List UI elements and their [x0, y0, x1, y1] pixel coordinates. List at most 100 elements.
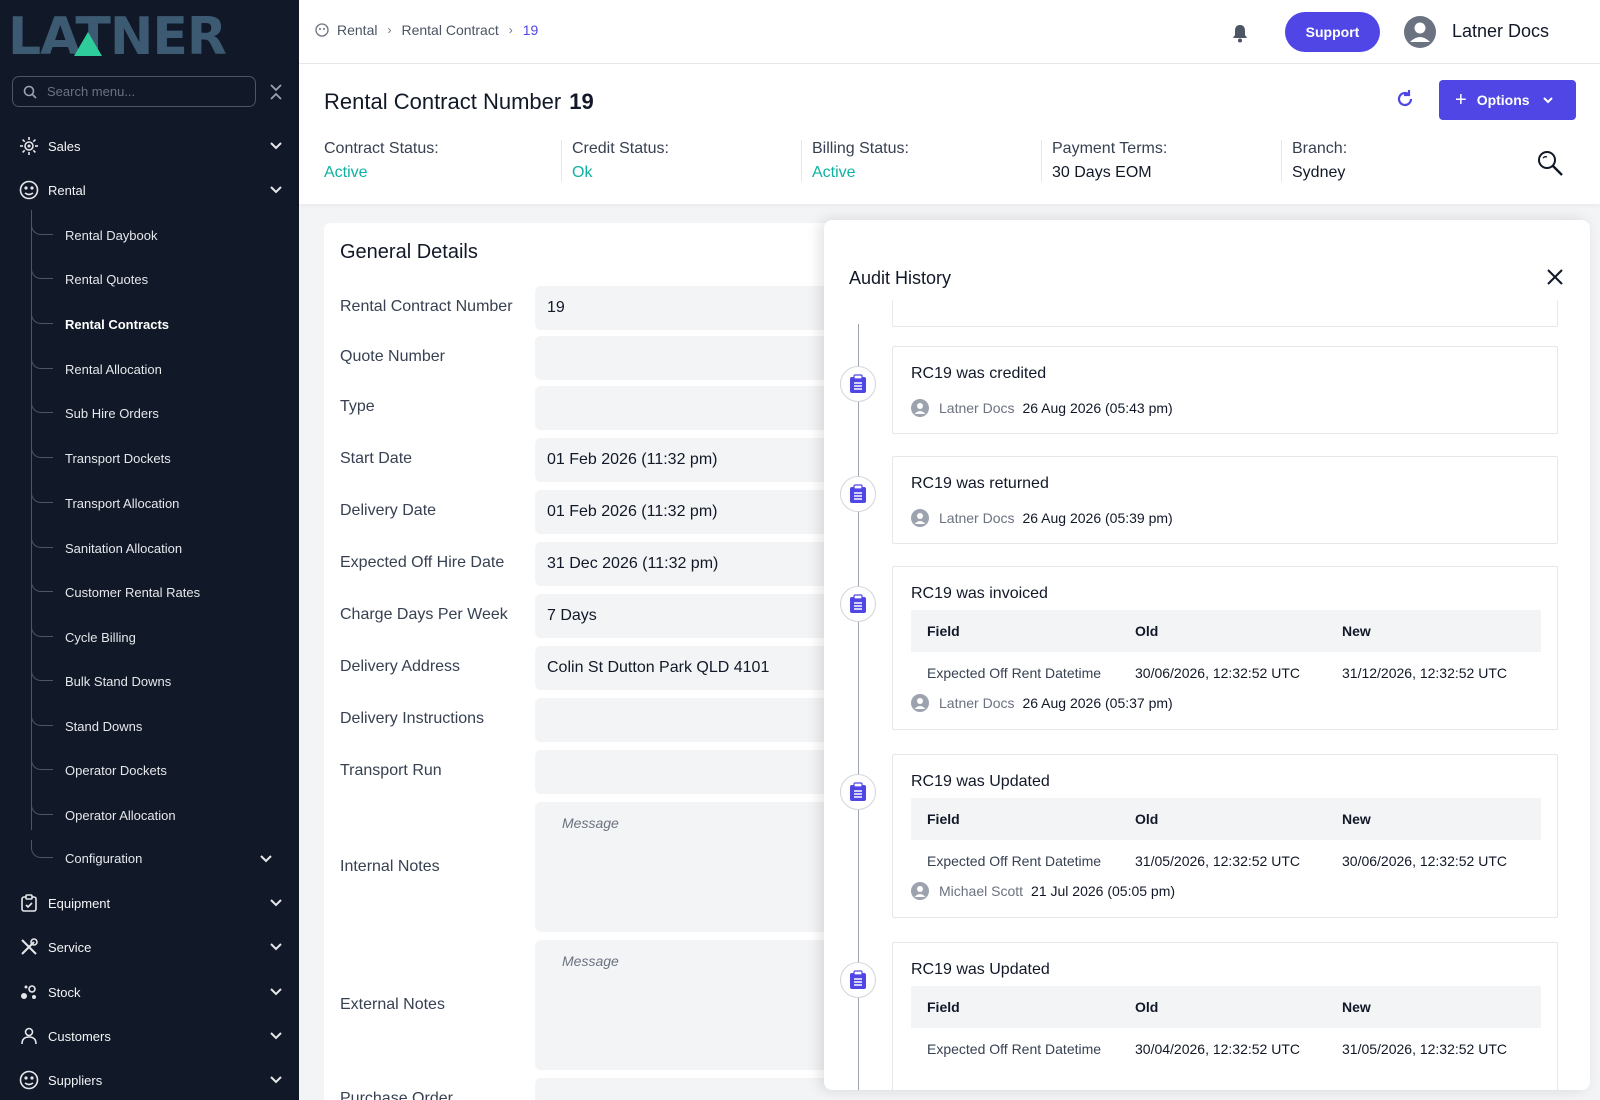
field-label: Purchase Order [340, 1090, 453, 1100]
refresh-icon[interactable] [1394, 88, 1416, 110]
chevron-down-icon [270, 899, 282, 907]
sidebar-subitem-sub-hire-orders[interactable]: Sub Hire Orders [31, 393, 291, 433]
col-old: Old [1135, 999, 1159, 1015]
user-icon [911, 882, 929, 900]
billing-status: Billing Status: Active [801, 140, 909, 182]
user-icon [911, 694, 929, 712]
field-label: Quote Number [340, 348, 445, 365]
audit-entry-meta: Michael Scott 21 Jul 2026 (05:05 pm) [911, 882, 1175, 900]
bell-icon[interactable] [1229, 22, 1251, 44]
branch: Branch: Sydney [1281, 140, 1347, 182]
field-label: Rental Contract Number [340, 298, 513, 315]
support-button[interactable]: Support [1285, 12, 1380, 52]
audit-entry-title: RC19 was credited [911, 365, 1047, 382]
sidebar-subitem-rental-allocation[interactable]: Rental Allocation [31, 349, 291, 389]
search-placeholder: Search menu... [47, 84, 136, 99]
sidebar-item-suppliers[interactable]: Suppliers [0, 1060, 299, 1100]
close-icon[interactable] [1546, 268, 1564, 286]
sidebar-subitem-stand-downs[interactable]: Stand Downs [31, 706, 291, 746]
svg-text:LATNER: LATNER [8, 7, 226, 62]
sidebar-subitem-transport-allocation[interactable]: Transport Allocation [31, 483, 291, 523]
sidebar-subitem-cycle-billing[interactable]: Cycle Billing [31, 617, 291, 657]
col-new: New [1342, 999, 1371, 1015]
sidebar-item-label: Customers [48, 1028, 111, 1044]
stat-value: Sydney [1292, 164, 1346, 181]
sidebar-item-equipment[interactable]: Equipment [0, 883, 299, 923]
sidebar-subitem-rental-contracts[interactable]: Rental Contracts [31, 304, 291, 344]
sidebar-subitem-transport-dockets[interactable]: Transport Dockets [31, 438, 291, 478]
card-title: General Details [340, 241, 478, 263]
stat-value: 30 Days EOM [1052, 164, 1152, 181]
audit-entry: RC19 was credited Latner Docs 26 Aug 202… [892, 346, 1558, 434]
breadcrumb-rental-contract[interactable]: Rental Contract [401, 22, 498, 38]
change-field: Expected Off Rent Datetime [927, 665, 1102, 681]
search-menu-input[interactable]: Search menu... [12, 76, 256, 107]
sidebar-subitem-bulk-stand-downs[interactable]: Bulk Stand Downs [31, 661, 291, 701]
sidebar-subitem-configuration[interactable]: Configuration [31, 838, 291, 878]
change-new: 31/12/2026, 12:32:52 UTC [1342, 665, 1508, 681]
audit-user[interactable]: Latner Docs [939, 510, 1014, 526]
audit-date: 26 Aug 2026 (05:39 pm) [1022, 510, 1173, 526]
field-label: Transport Run [340, 762, 442, 779]
sidebar-subitem-label: Sanitation Allocation [65, 540, 183, 556]
sidebar-subitem-label: Transport Dockets [65, 450, 171, 466]
options-button[interactable]: + Options [1439, 80, 1576, 120]
field-label: Type [340, 398, 375, 415]
sidebar-item-label: Rental [48, 182, 86, 198]
sidebar-item-sales[interactable]: Sales [0, 126, 299, 166]
col-new: New [1342, 623, 1371, 639]
audit-date: 26 Aug 2026 (05:43 pm) [1022, 400, 1173, 416]
change-old: 30/06/2026, 12:32:52 UTC [1135, 665, 1301, 681]
page-title: Rental Contract Number 19 [324, 89, 594, 115]
field-label: Expected Off Hire Date [340, 554, 505, 571]
breadcrumb-rental[interactable]: Rental [337, 22, 377, 38]
audit-entry-title: RC19 was invoiced [911, 585, 1048, 602]
clipboard-icon [840, 774, 876, 810]
audit-entry: RC19 was returned Latner Docs 26 Aug 202… [892, 456, 1558, 544]
sidebar-item-rental[interactable]: Rental [0, 170, 299, 210]
audit-entry-meta: Latner Docs 26 Aug 2026 (05:39 pm) [911, 509, 1173, 527]
clipboard-icon [840, 476, 876, 512]
sidebar-subitem-operator-allocation[interactable]: Operator Allocation [31, 795, 291, 835]
sidebar-subitem-label: Rental Contracts [65, 316, 170, 332]
sidebar-item-label: Suppliers [48, 1072, 103, 1088]
audit-user[interactable]: Michael Scott [939, 883, 1023, 899]
change-old: 31/05/2026, 12:32:52 UTC [1135, 853, 1301, 869]
sidebar-subitem-rental-daybook[interactable]: Rental Daybook [31, 215, 291, 255]
changes-header: Field Old New [911, 798, 1541, 840]
sidebar-item-stock[interactable]: Stock [0, 972, 299, 1012]
audit-entry: RC19 was Updated Field Old New Expected … [892, 942, 1558, 1090]
audit-user[interactable]: Latner Docs [939, 400, 1014, 416]
sidebar-subitem-label: Rental Daybook [65, 227, 158, 243]
changes-row: Expected Off Rent Datetime 30/06/2026, 1… [911, 652, 1541, 694]
latner-logo[interactable]: LATNER [8, 6, 292, 62]
sidebar-subitem-label: Configuration [65, 850, 143, 866]
sidebar-subitem-operator-dockets[interactable]: Operator Dockets [31, 750, 291, 790]
chevron-down-icon [1542, 97, 1553, 104]
user-name[interactable]: Latner Docs [1452, 21, 1549, 42]
sidebar-item-service[interactable]: Service [0, 927, 299, 967]
change-field: Expected Off Rent Datetime [927, 853, 1102, 869]
rental-icon [18, 179, 40, 201]
zoom-icon[interactable] [1535, 148, 1565, 178]
credit-status: Credit Status: Ok [561, 140, 669, 182]
audit-entry-partial [892, 300, 1558, 327]
user-avatar-icon[interactable] [1404, 16, 1436, 48]
audit-date: 21 Jul 2026 (05:05 pm) [1031, 883, 1176, 899]
sidebar-subitem-customer-rental-rates[interactable]: Customer Rental Rates [31, 572, 291, 612]
home-icon[interactable] [315, 23, 329, 37]
stat-label: Billing Status: [812, 140, 909, 157]
sidebar-subitem-label: Operator Allocation [65, 807, 176, 823]
top-bar: Rental › Rental Contract › 19 Support La… [299, 0, 1600, 64]
collapse-icon[interactable] [268, 82, 284, 102]
sidebar-subitem-rental-quotes[interactable]: Rental Quotes [31, 259, 291, 299]
chevron-down-icon [260, 855, 272, 863]
stat-value: Ok [572, 164, 593, 181]
sidebar-subitem-sanitation-allocation[interactable]: Sanitation Allocation [31, 528, 291, 568]
audit-user[interactable]: Latner Docs [939, 695, 1014, 711]
audit-entry-title: RC19 was Updated [911, 773, 1050, 790]
changes-table: Field Old New Expected Off Rent Datetime… [911, 798, 1541, 882]
chevron-down-icon [270, 1076, 282, 1084]
field-label: Charge Days Per Week [340, 606, 508, 623]
sidebar-item-customers[interactable]: Customers [0, 1016, 299, 1056]
